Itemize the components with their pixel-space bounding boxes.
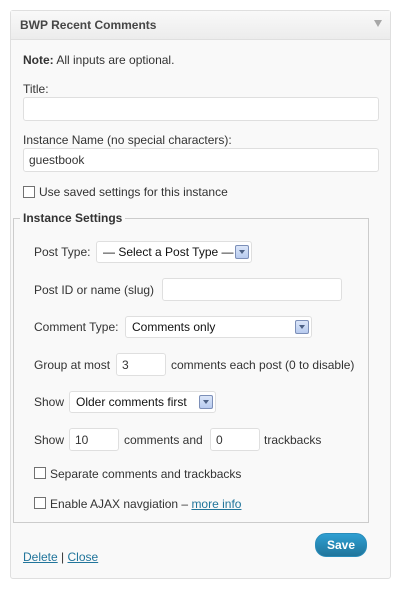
title-input[interactable] [23, 97, 379, 121]
chevron-down-icon[interactable] [199, 395, 213, 409]
comment-type-select[interactable]: Comments only [125, 316, 312, 338]
post-type-select[interactable]: — Select a Post Type — [96, 241, 252, 263]
post-type-value: — Select a Post Type — [103, 245, 234, 259]
post-id-input[interactable] [162, 278, 342, 301]
instance-settings-legend: Instance Settings [23, 211, 123, 225]
delete-link[interactable]: Delete [23, 550, 58, 564]
post-id-label: Post ID or name (slug) [34, 283, 155, 297]
instance-name-label: Instance Name (no special characters): [23, 133, 232, 147]
use-saved-checkbox[interactable] [23, 186, 35, 198]
collapse-arrow-icon[interactable] [374, 20, 382, 27]
show-order-label: Show [34, 395, 65, 409]
ajax-label-text: Enable AJAX navgiation – [50, 497, 192, 511]
link-separator: | [61, 550, 65, 564]
show-count-label: Show [34, 433, 65, 447]
note-body: All inputs are optional. [53, 53, 175, 67]
comments-count-input[interactable] [69, 428, 119, 451]
use-saved-label[interactable]: Use saved settings for this instance [39, 185, 228, 199]
chevron-down-icon[interactable] [295, 320, 309, 334]
post-type-label: Post Type: [34, 245, 91, 259]
group-label-post: comments each post (0 to disable) [171, 358, 355, 372]
widget-header[interactable]: BWP Recent Comments [11, 11, 390, 40]
close-link[interactable]: Close [68, 550, 99, 564]
group-input[interactable] [116, 353, 166, 376]
note-text: Note: All inputs are optional. [23, 53, 174, 67]
separate-checkbox[interactable] [34, 467, 46, 479]
ajax-checkbox[interactable] [34, 497, 46, 509]
comments-and-label: comments and [124, 433, 203, 447]
comment-type-value: Comments only [132, 320, 216, 334]
group-label-pre: Group at most [34, 358, 111, 372]
comment-type-label: Comment Type: [34, 320, 119, 334]
comment-order-value: Older comments first [76, 395, 187, 409]
instance-name-input[interactable] [23, 148, 379, 172]
chevron-down-icon[interactable] [235, 245, 249, 259]
trackbacks-count-input[interactable] [210, 428, 260, 451]
note-bold: Note: [23, 53, 54, 67]
widget-control-links: Delete | Close [23, 550, 98, 564]
comment-order-select[interactable]: Older comments first [69, 391, 216, 413]
trackbacks-label: trackbacks [264, 433, 322, 447]
title-label: Title: [23, 82, 49, 96]
separate-label[interactable]: Separate comments and trackbacks [50, 467, 241, 481]
save-button[interactable]: Save [315, 533, 367, 557]
more-info-link[interactable]: more info [191, 497, 241, 511]
ajax-label[interactable]: Enable AJAX navgiation – more info [50, 497, 241, 511]
widget-title: BWP Recent Comments [20, 18, 157, 32]
